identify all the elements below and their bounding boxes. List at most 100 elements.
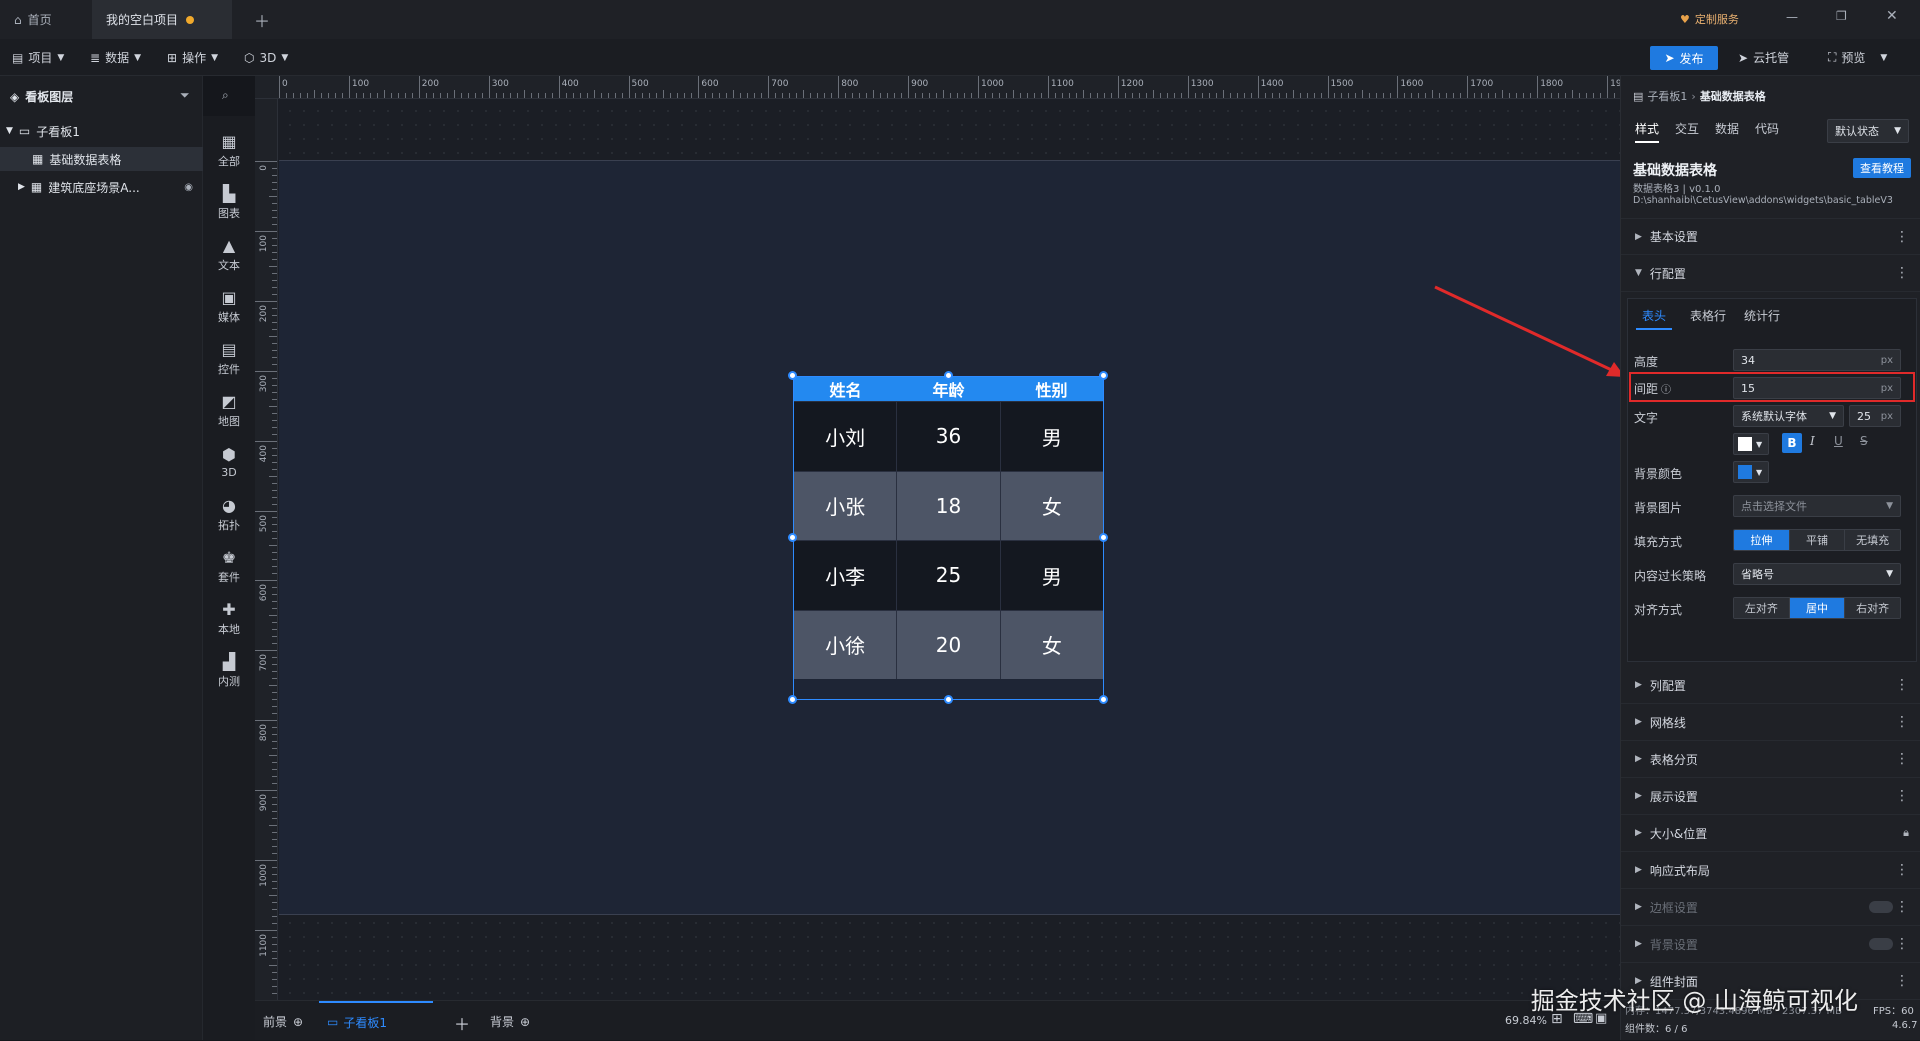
layer-item-scene[interactable]: ▶ ▦ 建筑底座场景A... ◉ [0,175,203,199]
resize-handle[interactable] [788,533,797,542]
more-icon[interactable]: ⋮ [1895,229,1909,245]
height-input[interactable]: 34 px [1733,349,1901,371]
restore-button[interactable]: ❐ [1836,9,1847,23]
basic-data-table[interactable]: 姓名 年龄 性别 小刘 36 男 小张 18 女 小李 25 男 小徐 20 女 [793,376,1104,700]
background-toggle[interactable] [1869,938,1893,950]
resize-handle[interactable] [788,695,797,704]
custom-service-button[interactable]: ♥ 定制服务 [1680,8,1739,30]
more-icon[interactable]: ⋮ [1895,973,1909,989]
section-pagination[interactable]: ▶ 表格分页 ⋮ [1621,741,1920,778]
font-select[interactable]: 系统默认字体 ▼ [1733,405,1844,427]
lock-icon[interactable]: 🔒︎ [1903,826,1909,840]
subtab-summary-row[interactable]: 统计行 [1744,307,1780,330]
foreground-tab[interactable]: 前景 ⊕ [263,1013,303,1030]
resize-handle[interactable] [944,371,953,380]
component-all[interactable]: ▦ 全部 [203,126,255,176]
layer-item-board[interactable]: ▼ ▭ 子看板1 [0,119,203,143]
new-tab-button[interactable]: ＋ [240,0,284,39]
resize-handle[interactable] [944,695,953,704]
minimize-button[interactable]: — [1786,10,1798,24]
component-map[interactable]: ◩ 地图 [203,386,255,436]
menu-project[interactable]: ▤ 项目 ▼ [12,39,64,76]
close-window-button[interactable]: ✕ [1886,8,1898,24]
bg-image-select[interactable]: 点击选择文件 ▼ [1733,495,1901,517]
subtab-header[interactable]: 表头 [1636,307,1673,330]
add-board-button[interactable]: ＋ [454,1011,470,1035]
menu-data[interactable]: ≣ 数据 ▼ [90,39,141,76]
resize-handle[interactable] [1099,533,1108,542]
search-icon[interactable]: ⌕ [222,88,229,103]
cloud-button[interactable]: ➤ 云托管 [1738,39,1789,76]
resize-handle[interactable] [788,371,797,380]
section-grid-lines[interactable]: ▶ 网格线 ⋮ [1621,704,1920,741]
font-size-input[interactable]: 25 px [1849,405,1901,427]
eye-hidden-icon[interactable]: ◉ [184,182,193,193]
layer-item-table[interactable]: ▦ 基础数据表格 [0,147,203,171]
bg-color-picker[interactable]: ▼ [1733,461,1769,483]
more-icon[interactable]: ⋮ [1895,788,1909,804]
component-topology[interactable]: ◕ 拓扑 [203,490,255,540]
component-control[interactable]: ▤ 控件 [203,334,255,384]
italic-button[interactable]: I [1810,434,1815,448]
component-chart[interactable]: ▙ 图表 [203,178,255,228]
tutorial-button[interactable]: 查看教程 [1853,158,1911,178]
component-kit[interactable]: ♚ 套件 [203,542,255,592]
publish-button[interactable]: ➤ 发布 [1650,46,1718,70]
align-segment[interactable]: 左对齐 居中 右对齐 [1733,597,1901,619]
tab-code[interactable]: 代码 [1755,120,1779,143]
help-icon[interactable]: ⓘ [1661,381,1671,396]
tab-interaction[interactable]: 交互 [1675,120,1699,143]
add-circle-icon[interactable]: ⊕ [293,1015,303,1029]
tab-home[interactable]: ⌂ 首页 [0,0,90,39]
board-tab[interactable]: ▭ 子看板1 [319,1001,433,1041]
breadcrumb-parent[interactable]: 子看板1 [1647,88,1687,104]
fill-none[interactable]: 无填充 [1845,530,1900,550]
component-text[interactable]: ▲ 文本 [203,230,255,280]
more-icon[interactable]: ⋮ [1895,751,1909,767]
more-icon[interactable]: ⋮ [1895,936,1909,952]
fill-mode-segment[interactable]: 拉伸 平铺 无填充 [1733,529,1901,551]
bold-button[interactable]: B [1782,433,1802,453]
section-basic[interactable]: ▶ 基本设置 ⋮ [1621,218,1920,255]
more-icon[interactable]: ⋮ [1895,862,1909,878]
more-icon[interactable]: ⋮ [1895,899,1909,915]
menu-3d[interactable]: ⬡ 3D ▼ [244,39,288,76]
section-size-position[interactable]: ▶ 大小&位置 🔒︎ [1621,815,1920,852]
menu-operate[interactable]: ⊞ 操作 ▼ [167,39,218,76]
text-color-picker[interactable]: ▼ [1733,433,1769,455]
resize-handle[interactable] [1099,695,1108,704]
gap-input[interactable]: 15 px [1733,377,1901,399]
add-circle-icon[interactable]: ⊕ [520,1015,530,1029]
underline-button[interactable]: U [1834,434,1843,448]
section-border[interactable]: ▶ 边框设置 ⋮ [1621,889,1920,926]
section-row-config[interactable]: ▼ 行配置 ⋮ [1621,255,1920,292]
state-select[interactable]: 默认状态 ▼ [1827,119,1909,143]
component-3d[interactable]: ⬢ 3D [203,438,255,488]
component-media[interactable]: ▣ 媒体 [203,282,255,332]
align-left[interactable]: 左对齐 [1734,598,1790,618]
section-display[interactable]: ▶ 展示设置 ⋮ [1621,778,1920,815]
align-right[interactable]: 右对齐 [1845,598,1900,618]
strikethrough-button[interactable]: S [1860,434,1868,448]
tab-project[interactable]: 我的空白项目 [92,0,232,39]
overflow-select[interactable]: 省略号 ▼ [1733,563,1901,585]
component-beta[interactable]: ▟ 内测 [203,646,255,696]
background-tab[interactable]: 背景 ⊕ [490,1013,530,1030]
preview-button[interactable]: ⛶ 预览 ▼ [1828,39,1887,76]
border-toggle[interactable] [1869,901,1893,913]
section-column-config[interactable]: ▶ 列配置 ⋮ [1621,667,1920,704]
section-responsive[interactable]: ▶ 响应式布局 ⋮ [1621,852,1920,889]
tab-data[interactable]: 数据 [1715,120,1739,143]
tab-style[interactable]: 样式 [1635,120,1660,143]
subtab-table-row[interactable]: 表格行 [1690,307,1726,330]
resize-handle[interactable] [1099,371,1108,380]
more-icon[interactable]: ⋮ [1895,677,1909,693]
filter-icon[interactable]: ⏷ [180,88,190,103]
section-background[interactable]: ▶ 背景设置 ⋮ [1621,926,1920,963]
fill-tile[interactable]: 平铺 [1789,530,1846,550]
more-icon[interactable]: ⋮ [1895,265,1909,281]
fill-stretch[interactable]: 拉伸 [1734,530,1790,550]
align-center[interactable]: 居中 [1789,598,1846,618]
component-local[interactable]: ✚ 本地 [203,594,255,644]
more-icon[interactable]: ⋮ [1895,714,1909,730]
